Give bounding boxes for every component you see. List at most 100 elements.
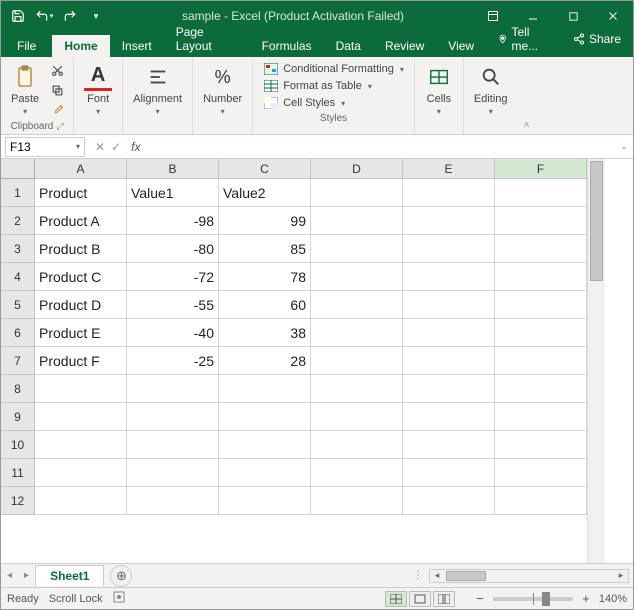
tab-scroll-handle[interactable]: ⋮ <box>413 570 425 581</box>
scroll-right-button[interactable]: ▸ <box>614 570 628 581</box>
cell-C4[interactable]: 78 <box>219 263 311 291</box>
cell-F8[interactable] <box>495 375 587 403</box>
col-header-B[interactable]: B <box>127 159 219 179</box>
cell-A8[interactable] <box>35 375 127 403</box>
undo-icon[interactable]: ▾ <box>33 5 55 27</box>
cell-A11[interactable] <box>35 459 127 487</box>
spreadsheet-grid[interactable]: ABCDEF1ProductValue1Value22Product A-989… <box>1 159 587 563</box>
cell-F2[interactable] <box>495 207 587 235</box>
enter-formula-icon[interactable]: ✓ <box>111 140 121 154</box>
cell-A10[interactable] <box>35 431 127 459</box>
tab-data[interactable]: Data <box>324 35 373 57</box>
cell-E6[interactable] <box>403 319 495 347</box>
cell-A2[interactable]: Product A <box>35 207 127 235</box>
cell-C5[interactable]: 60 <box>219 291 311 319</box>
number-button[interactable]: % Number ▾ <box>199 61 246 118</box>
col-header-E[interactable]: E <box>403 159 495 179</box>
alignment-button[interactable]: Alignment ▾ <box>129 61 186 118</box>
cell-C1[interactable]: Value2 <box>219 179 311 207</box>
fx-label[interactable]: fx <box>127 140 144 154</box>
cell-F1[interactable] <box>495 179 587 207</box>
cell-C9[interactable] <box>219 403 311 431</box>
cell-D7[interactable] <box>311 347 403 375</box>
cell-D9[interactable] <box>311 403 403 431</box>
cell-C11[interactable] <box>219 459 311 487</box>
cell-E3[interactable] <box>403 235 495 263</box>
col-header-C[interactable]: C <box>219 159 311 179</box>
cell-D10[interactable] <box>311 431 403 459</box>
redo-icon[interactable] <box>59 5 81 27</box>
cell-C8[interactable] <box>219 375 311 403</box>
page-break-view-button[interactable] <box>433 591 455 607</box>
row-header-10[interactable]: 10 <box>1 431 35 459</box>
cell-C3[interactable]: 85 <box>219 235 311 263</box>
cell-B3[interactable]: -80 <box>127 235 219 263</box>
row-header-11[interactable]: 11 <box>1 459 35 487</box>
save-icon[interactable] <box>7 5 29 27</box>
expand-formula-bar-button[interactable]: ⌄ <box>615 141 633 152</box>
zoom-slider[interactable] <box>493 597 573 601</box>
select-all-corner[interactable] <box>1 159 35 179</box>
cell-D4[interactable] <box>311 263 403 291</box>
cell-A9[interactable] <box>35 403 127 431</box>
cell-A1[interactable]: Product <box>35 179 127 207</box>
cell-E8[interactable] <box>403 375 495 403</box>
cell-styles-button[interactable]: Cell Styles▾ <box>259 95 408 111</box>
cell-C2[interactable]: 99 <box>219 207 311 235</box>
tab-home[interactable]: Home <box>52 35 109 57</box>
cell-B11[interactable] <box>127 459 219 487</box>
row-header-5[interactable]: 5 <box>1 291 35 319</box>
cell-E5[interactable] <box>403 291 495 319</box>
format-as-table-button[interactable]: Format as Table▾ <box>259 78 408 94</box>
row-header-4[interactable]: 4 <box>1 263 35 291</box>
horizontal-scrollbar[interactable]: ◂ ▸ <box>429 569 629 583</box>
cell-E7[interactable] <box>403 347 495 375</box>
zoom-level[interactable]: 140% <box>599 593 627 605</box>
col-header-D[interactable]: D <box>311 159 403 179</box>
col-header-A[interactable]: A <box>35 159 127 179</box>
scrollbar-thumb[interactable] <box>446 571 486 581</box>
collapse-ribbon-button[interactable]: ˄ <box>518 57 536 134</box>
cells-button[interactable]: Cells ▾ <box>421 61 457 118</box>
cell-F12[interactable] <box>495 487 587 515</box>
tell-me-search[interactable]: Tell me... <box>486 21 561 57</box>
tab-insert[interactable]: Insert <box>110 35 164 57</box>
sheet-nav-next[interactable]: ▸ <box>18 570 35 581</box>
cell-A3[interactable]: Product B <box>35 235 127 263</box>
cell-D6[interactable] <box>311 319 403 347</box>
zoom-in-button[interactable]: + <box>579 591 593 606</box>
cell-C7[interactable]: 28 <box>219 347 311 375</box>
cell-F4[interactable] <box>495 263 587 291</box>
cell-F9[interactable] <box>495 403 587 431</box>
paste-button[interactable]: Paste ▾ <box>7 61 43 118</box>
cell-A4[interactable]: Product C <box>35 263 127 291</box>
cell-D8[interactable] <box>311 375 403 403</box>
editing-button[interactable]: Editing ▾ <box>470 61 512 118</box>
cell-D3[interactable] <box>311 235 403 263</box>
row-header-8[interactable]: 8 <box>1 375 35 403</box>
cell-B5[interactable]: -55 <box>127 291 219 319</box>
formula-input[interactable] <box>144 137 615 157</box>
row-header-7[interactable]: 7 <box>1 347 35 375</box>
format-painter-button[interactable] <box>47 101 67 119</box>
row-header-1[interactable]: 1 <box>1 179 35 207</box>
dialog-launcher-icon[interactable]: ⤢ <box>56 121 63 132</box>
sheet-tab-active[interactable]: Sheet1 <box>35 565 104 586</box>
cell-E9[interactable] <box>403 403 495 431</box>
conditional-formatting-button[interactable]: Conditional Formatting▾ <box>259 61 408 77</box>
cell-E2[interactable] <box>403 207 495 235</box>
cell-F7[interactable] <box>495 347 587 375</box>
qat-customize-icon[interactable]: ▾ <box>85 5 107 27</box>
row-header-3[interactable]: 3 <box>1 235 35 263</box>
new-sheet-button[interactable]: ⊕ <box>110 565 132 587</box>
cell-F6[interactable] <box>495 319 587 347</box>
cell-F11[interactable] <box>495 459 587 487</box>
sheet-nav-prev[interactable]: ◂ <box>1 570 18 581</box>
cell-A7[interactable]: Product F <box>35 347 127 375</box>
page-layout-view-button[interactable] <box>409 591 431 607</box>
vertical-scrollbar[interactable] <box>587 159 605 563</box>
copy-button[interactable] <box>47 81 67 99</box>
cell-E10[interactable] <box>403 431 495 459</box>
cell-B6[interactable]: -40 <box>127 319 219 347</box>
cell-A6[interactable]: Product E <box>35 319 127 347</box>
